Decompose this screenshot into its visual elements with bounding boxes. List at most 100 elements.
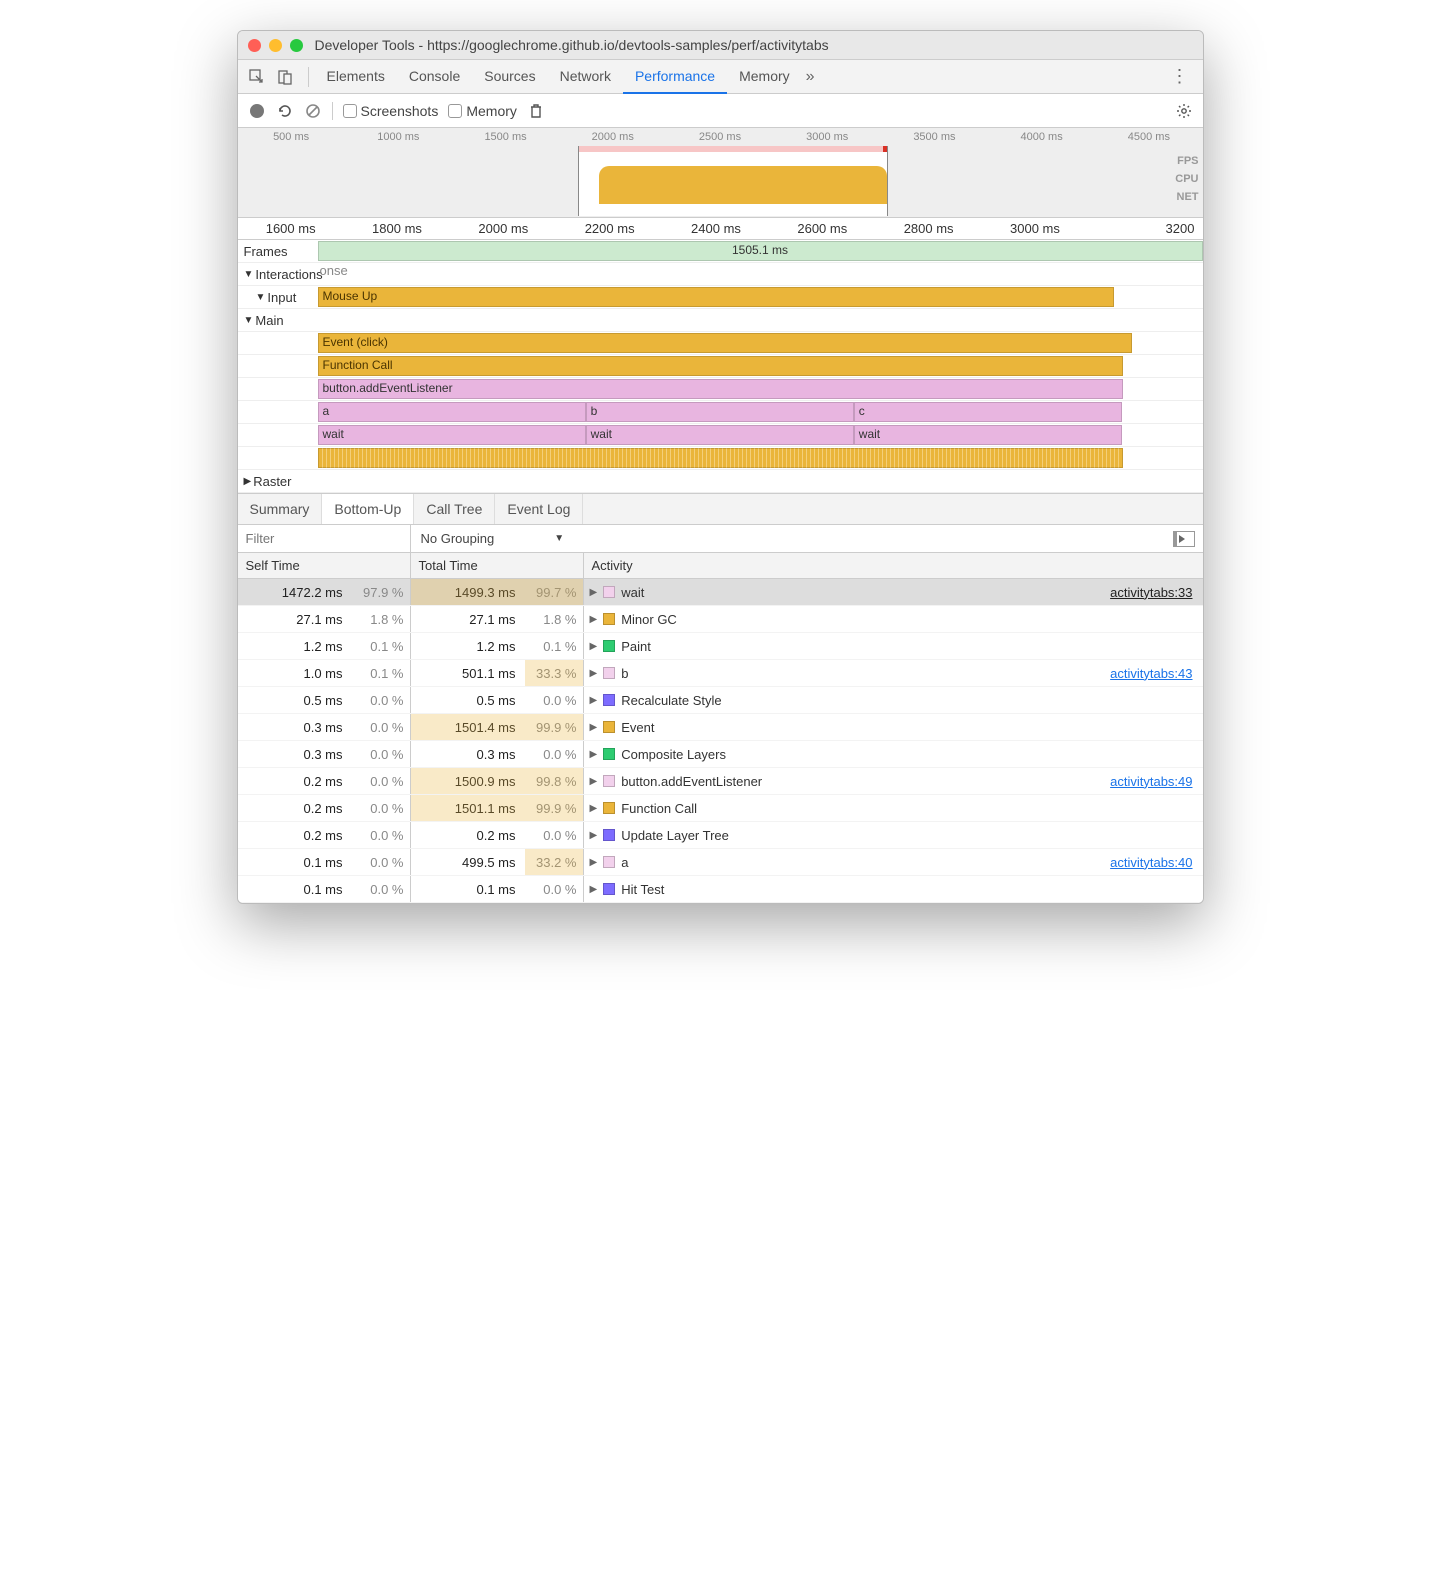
activity-name: button.addEventListener [621, 774, 762, 789]
dock-side-icon[interactable] [1173, 531, 1195, 547]
expand-icon[interactable]: ▶ [590, 884, 598, 895]
table-row[interactable]: 0.1 ms0.0 %499.5 ms33.2 %▶aactivitytabs:… [238, 849, 1203, 876]
tab-elements[interactable]: Elements [315, 60, 397, 94]
activity-name: Composite Layers [621, 747, 726, 762]
timeline-overview[interactable]: 500 ms1000 ms1500 ms2000 ms2500 ms3000 m… [238, 128, 1203, 218]
reload-button[interactable] [276, 102, 294, 120]
tab-memory[interactable]: Memory [727, 60, 802, 94]
source-link[interactable]: activitytabs:43 [1110, 666, 1192, 681]
filter-input[interactable] [238, 525, 411, 552]
expand-icon[interactable]: ▶ [590, 641, 598, 652]
subtab-call-tree[interactable]: Call Tree [414, 494, 495, 524]
expand-icon[interactable]: ▶ [590, 695, 598, 706]
activity-name: Minor GC [621, 612, 677, 627]
flame-event-bar[interactable]: Event (click) [318, 333, 1132, 353]
expand-icon[interactable]: ▶ [590, 587, 598, 598]
activity-name: Recalculate Style [621, 693, 721, 708]
flame-a-bar[interactable]: a [318, 402, 586, 422]
window-maximize-button[interactable] [290, 39, 303, 52]
window-minimize-button[interactable] [269, 39, 282, 52]
more-tabs-button[interactable]: » [806, 68, 815, 86]
subtab-summary[interactable]: Summary [238, 494, 323, 524]
category-swatch [603, 613, 615, 625]
flame-wait-bar[interactable]: wait [318, 425, 586, 445]
input-lane-label[interactable]: ▼Input [238, 290, 318, 305]
activity-name: Function Call [621, 801, 697, 816]
table-row[interactable]: 0.2 ms0.0 %0.2 ms0.0 %▶Update Layer Tree [238, 822, 1203, 849]
flame-function-call-bar[interactable]: Function Call [318, 356, 1123, 376]
flame-chart[interactable]: Frames 1505.1 ms ▼Interactions onse ▼Inp… [238, 240, 1203, 493]
device-toggle-icon[interactable] [274, 66, 296, 88]
category-swatch [603, 667, 615, 679]
subtab-event-log[interactable]: Event Log [495, 494, 583, 524]
category-swatch [603, 586, 615, 598]
tab-performance[interactable]: Performance [623, 60, 727, 94]
expand-icon[interactable]: ▶ [590, 614, 598, 625]
expand-icon[interactable]: ▶ [590, 830, 598, 841]
source-link[interactable]: activitytabs:40 [1110, 855, 1192, 870]
table-row[interactable]: 1.0 ms0.1 %501.1 ms33.3 %▶bactivitytabs:… [238, 660, 1203, 687]
col-activity[interactable]: Activity [584, 553, 1203, 578]
category-swatch [603, 694, 615, 706]
source-link[interactable]: activitytabs:49 [1110, 774, 1192, 789]
frame-bar[interactable]: 1505.1 ms [318, 241, 1203, 261]
category-swatch [603, 829, 615, 841]
window-close-button[interactable] [248, 39, 261, 52]
tab-console[interactable]: Console [397, 60, 472, 94]
bottom-up-table: 1472.2 ms97.9 %1499.3 ms99.7 %▶waitactiv… [238, 579, 1203, 903]
trash-icon[interactable] [527, 102, 545, 120]
activity-name: wait [621, 585, 644, 600]
tab-sources[interactable]: Sources [472, 60, 547, 94]
input-event-bar[interactable]: Mouse Up [318, 287, 1115, 307]
flame-listener-bar[interactable]: button.addEventListener [318, 379, 1123, 399]
subtab-bottom-up[interactable]: Bottom-Up [322, 494, 414, 524]
grouping-select[interactable]: No Grouping▼ [411, 525, 575, 552]
source-link[interactable]: activitytabs:33 [1110, 585, 1192, 600]
flame-b-bar[interactable]: b [586, 402, 854, 422]
col-self-time[interactable]: Self Time [238, 553, 411, 578]
record-button[interactable] [248, 102, 266, 120]
expand-icon[interactable]: ▶ [590, 803, 598, 814]
table-header: Self Time Total Time Activity [238, 553, 1203, 579]
tab-network[interactable]: Network [548, 60, 623, 94]
devtools-window: Developer Tools - https://googlechrome.g… [237, 30, 1204, 904]
screenshots-checkbox[interactable]: Screenshots [343, 103, 439, 119]
table-row[interactable]: 27.1 ms1.8 %27.1 ms1.8 %▶Minor GC [238, 606, 1203, 633]
detail-timeline-ruler: 1600 ms1800 ms2000 ms2200 ms2400 ms2600 … [238, 218, 1203, 240]
gear-icon[interactable] [1175, 102, 1193, 120]
settings-kebab-icon[interactable]: ⋮ [1165, 66, 1195, 87]
expand-icon[interactable]: ▶ [590, 722, 598, 733]
inspect-icon[interactable] [246, 66, 268, 88]
col-total-time[interactable]: Total Time [411, 553, 584, 578]
main-tabbar: ElementsConsoleSourcesNetworkPerformance… [238, 60, 1203, 94]
category-swatch [603, 775, 615, 787]
activity-name: Event [621, 720, 654, 735]
flame-wait-bar[interactable]: wait [854, 425, 1122, 445]
memory-checkbox[interactable]: Memory [448, 103, 517, 119]
expand-icon[interactable]: ▶ [590, 749, 598, 760]
raster-lane-label[interactable]: ▶Raster [238, 474, 318, 489]
clear-button[interactable] [304, 102, 322, 120]
expand-icon[interactable]: ▶ [590, 776, 598, 787]
frames-lane-label: Frames [238, 244, 318, 259]
table-row[interactable]: 1472.2 ms97.9 %1499.3 ms99.7 %▶waitactiv… [238, 579, 1203, 606]
interactions-lane-label[interactable]: ▼Interactions [238, 267, 318, 282]
table-row[interactable]: 1.2 ms0.1 %1.2 ms0.1 %▶Paint [238, 633, 1203, 660]
expand-icon[interactable]: ▶ [590, 668, 598, 679]
activity-name: Paint [621, 639, 651, 654]
overview-selection[interactable] [578, 146, 888, 216]
main-lane-label[interactable]: ▼Main [238, 313, 318, 328]
category-swatch [603, 721, 615, 733]
flame-c-bar[interactable]: c [854, 402, 1122, 422]
table-row[interactable]: 0.3 ms0.0 %1501.4 ms99.9 %▶Event [238, 714, 1203, 741]
flame-wait-bar[interactable]: wait [586, 425, 854, 445]
titlebar: Developer Tools - https://googlechrome.g… [238, 31, 1203, 60]
table-row[interactable]: 0.3 ms0.0 %0.3 ms0.0 %▶Composite Layers [238, 741, 1203, 768]
expand-icon[interactable]: ▶ [590, 857, 598, 868]
activity-name: a [621, 855, 628, 870]
flame-strip-bar[interactable] [318, 448, 1123, 468]
table-row[interactable]: 0.1 ms0.0 %0.1 ms0.0 %▶Hit Test [238, 876, 1203, 903]
table-row[interactable]: 0.5 ms0.0 %0.5 ms0.0 %▶Recalculate Style [238, 687, 1203, 714]
table-row[interactable]: 0.2 ms0.0 %1501.1 ms99.9 %▶Function Call [238, 795, 1203, 822]
table-row[interactable]: 0.2 ms0.0 %1500.9 ms99.8 %▶button.addEve… [238, 768, 1203, 795]
